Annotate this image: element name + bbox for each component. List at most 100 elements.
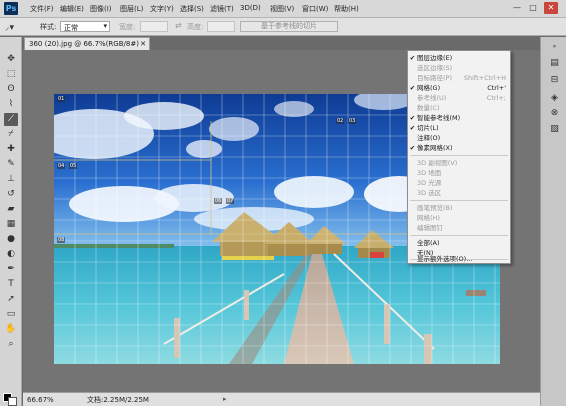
close-button[interactable]: ✕ [544, 2, 558, 14]
menu-item-brush-preview[interactable]: 画笔预览(B) [408, 203, 510, 213]
check-icon: ✔ [409, 114, 416, 122]
swap-icon[interactable]: ⇄ [175, 21, 182, 30]
menu-bar: Ps 文件(F) 编辑(E) 图像(I) 图层(L) 文字(Y) 选择(S) 滤… [0, 0, 566, 18]
zoom-icon[interactable]: ⌕ [4, 338, 18, 351]
style-select[interactable]: 正常 ▾ [60, 21, 110, 32]
properties-icon[interactable]: ⊟ [548, 74, 561, 86]
menu-file[interactable]: 文件(F) [30, 4, 54, 14]
menu-item-3d-lights[interactable]: 3D 光源 [408, 178, 510, 188]
path-select-icon[interactable]: ➚ [4, 293, 18, 306]
pen-icon[interactable]: ✒ [4, 263, 18, 276]
slice-icon[interactable]: ⟋ [4, 113, 18, 126]
menu-separator [410, 155, 508, 156]
close-icon[interactable]: ✕ [140, 38, 146, 50]
panel-dock: » ▤ ⊟ ◈ ⊗ ▧ [540, 37, 566, 406]
type-icon[interactable]: T [4, 278, 18, 291]
menu-select[interactable]: 选择(S) [180, 4, 204, 14]
slice-label: 08 [57, 237, 66, 243]
menu-item-count[interactable]: 数量(C) [408, 103, 510, 113]
layers-icon[interactable]: ◈ [548, 92, 561, 104]
menu-type[interactable]: 文字(Y) [150, 4, 174, 14]
chevron-down-icon: ▾ [103, 22, 107, 30]
check-icon: ✔ [409, 84, 416, 92]
menu-window[interactable]: 窗口(W) [302, 4, 328, 14]
history-brush-icon[interactable]: ↺ [4, 188, 18, 201]
healing-icon[interactable]: ✚ [4, 143, 18, 156]
menu-layer[interactable]: 图层(L) [120, 4, 143, 14]
paths-icon[interactable]: ▧ [548, 123, 561, 135]
check-icon: ✔ [409, 54, 416, 62]
menu-item-layer-edges[interactable]: ✔ 图层边缘(E) [408, 53, 510, 63]
minimize-button[interactable]: — [510, 2, 524, 14]
slices-from-guides-label: 基于参考线的切片 [261, 22, 317, 30]
menu-item-notes[interactable]: 注释(O) [408, 133, 510, 143]
status-arrow-icon[interactable]: ▸ [223, 395, 227, 403]
menu-item-target-path[interactable]: 目标路径(P) Shift+Ctrl+H [408, 73, 510, 83]
collapse-icon[interactable]: » [548, 41, 561, 53]
menu-item-3d-secondary-view[interactable]: 3D 副视图(V) [408, 158, 510, 168]
menu-item-3d-selection[interactable]: 3D 选区 [408, 188, 510, 198]
slice-label: 02 [336, 118, 345, 124]
width-label: 宽度: [119, 23, 136, 31]
menu-item-3d-ground[interactable]: 3D 地面 [408, 168, 510, 178]
document-title: 360 (20).jpg @ 66.7%(RGB/8#) [29, 40, 139, 48]
show-extras-options-label: 显示额外选项(O)... [417, 255, 473, 263]
slice-label: 07 [226, 198, 235, 204]
history-icon[interactable]: ▤ [548, 57, 561, 69]
width-input[interactable] [140, 21, 168, 32]
menu-filter[interactable]: 滤镜(T) [210, 4, 234, 14]
document-size: 文档:2.25M/2.25M [87, 396, 149, 404]
menu-item-grid[interactable]: ✔ 网格(G) Ctrl+' [408, 83, 510, 93]
menu-item-guides[interactable]: 参考线(U) Ctrl+; [408, 93, 510, 103]
marquee-icon[interactable]: ⬚ [4, 68, 18, 81]
check-icon: ✔ [409, 124, 416, 132]
photoshop-logo: Ps [4, 2, 18, 15]
background-color[interactable] [8, 397, 17, 406]
color-swatches[interactable] [3, 393, 19, 406]
menu-item-mesh[interactable]: 网格(H) [408, 213, 510, 223]
eyedropper-icon[interactable]: ⌿ [4, 128, 18, 141]
style-value: 正常 [64, 24, 78, 32]
zoom-field[interactable]: 66.67% [25, 395, 57, 405]
menu-item-smart-guides[interactable]: ✔ 智能参考线(M) [408, 113, 510, 123]
height-input[interactable] [207, 21, 235, 32]
quick-select-icon[interactable]: ⌇ [4, 98, 18, 111]
status-bar: 66.67% 文档:2.25M/2.25M ▸ [23, 392, 540, 406]
check-icon: ✔ [409, 144, 416, 152]
lasso-icon[interactable]: ʘ [4, 83, 18, 96]
height-label: 高度: [187, 23, 204, 31]
slice-label: 05 [69, 163, 78, 169]
document-tab[interactable]: 360 (20).jpg @ 66.7%(RGB/8#) ✕ [24, 37, 150, 50]
slice-label: 01 [57, 96, 66, 102]
menu-item-edit-pins[interactable]: 编辑图钉 [408, 223, 510, 233]
channels-icon[interactable]: ⊗ [548, 107, 561, 119]
style-label: 样式: [40, 23, 57, 31]
maximize-button[interactable]: □ [526, 2, 540, 14]
menu-item-selection-edges[interactable]: 选区边缘(S) [408, 63, 510, 73]
menu-separator [410, 235, 508, 236]
slice-label: 06 [214, 198, 223, 204]
move-icon[interactable]: ✥ [4, 53, 18, 66]
menu-edit[interactable]: 编辑(E) [60, 4, 84, 14]
menu-help[interactable]: 帮助(H) [334, 4, 359, 14]
tools-panel: ✥ ⬚ ʘ ⌇ ⟋ ⌿ ✚ ✎ ⊥ ↺ ▰ ▦ ● ◐ ✒ T ➚ ▭ ✋ ⌕ [0, 37, 22, 406]
menu-3d[interactable]: 3D(D) [240, 4, 261, 12]
eraser-icon[interactable]: ▰ [4, 203, 18, 216]
slice-label: 03 [348, 118, 357, 124]
menu-view[interactable]: 视图(V) [270, 4, 294, 14]
menu-item-pixel-grid[interactable]: ✔ 像素网格(X) [408, 143, 510, 153]
hand-icon[interactable]: ✋ [4, 323, 18, 336]
clone-stamp-icon[interactable]: ⊥ [4, 173, 18, 186]
dodge-icon[interactable]: ◐ [4, 248, 18, 261]
menu-item-show-extras-options-row[interactable]: 显示额外选项(O)... [407, 254, 511, 264]
tool-preset-icon[interactable]: ⸝▾ [5, 20, 14, 33]
brush-icon[interactable]: ✎ [4, 158, 18, 171]
blur-icon[interactable]: ● [4, 233, 18, 246]
menu-item-slices[interactable]: ✔ 切片(L) [408, 123, 510, 133]
gradient-icon[interactable]: ▦ [4, 218, 18, 231]
menu-image[interactable]: 图像(I) [90, 4, 112, 14]
shape-icon[interactable]: ▭ [4, 308, 18, 321]
slices-from-guides-button[interactable]: 基于参考线的切片 [240, 21, 338, 32]
slice-label: 04 [57, 163, 66, 169]
menu-item-all[interactable]: 全部(A) [408, 238, 510, 248]
